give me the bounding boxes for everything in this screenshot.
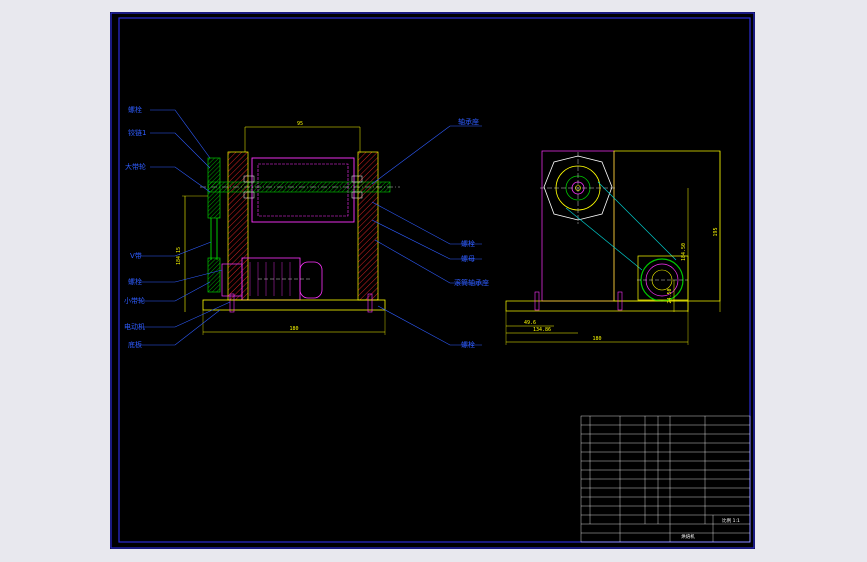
dim-side-offset-b: 134.86 <box>533 327 551 333</box>
big-pulley <box>207 157 221 219</box>
label-right-1: 螺栓 <box>461 239 475 248</box>
label-left-6: 电动机 <box>124 322 145 331</box>
drawing-sheet: 95 184.15 180 螺栓 铰链1 大带轮 V带 螺栓 小带轮 电动机 底… <box>110 12 755 549</box>
dim-base-length: 180 <box>289 326 298 332</box>
title-scale: 比例 1:1 <box>722 517 740 524</box>
label-right-2: 螺母 <box>461 254 475 263</box>
label-right-4: 螺栓 <box>461 340 475 349</box>
label-right-0: 轴承座 <box>458 117 479 126</box>
side-view: 195 184.50 24.50 49.6 134.86 180 <box>505 150 721 345</box>
label-left-4: 螺栓 <box>128 277 142 286</box>
dim-height: 184.15 <box>176 247 182 265</box>
base-plate <box>202 299 386 311</box>
left-support <box>227 151 249 301</box>
front-view: 95 184.15 180 螺栓 铰链1 大带轮 V带 螺栓 小带轮 电动机 底… <box>124 105 489 349</box>
dim-side-offset-a: 49.6 <box>524 320 536 326</box>
label-left-1: 铰链1 <box>128 128 146 137</box>
label-left-7: 底板 <box>128 340 142 349</box>
label-left-5: 小带轮 <box>124 296 145 305</box>
label-left-2: 大带轮 <box>125 162 146 171</box>
label-left-3: V带 <box>130 252 142 260</box>
outer-frame <box>110 12 755 549</box>
dim-side-height-right: 184.50 <box>681 243 687 261</box>
right-support <box>357 151 379 301</box>
label-left-0: 螺栓 <box>128 105 142 114</box>
dim-side-height-total: 195 <box>713 227 719 236</box>
dim-top-width: 95 <box>297 121 303 127</box>
cad-drawing: 95 184.15 180 螺栓 铰链1 大带轮 V带 螺栓 小带轮 电动机 底… <box>110 12 755 549</box>
dim-side-base: 180 <box>592 336 601 342</box>
small-pulley <box>207 257 221 293</box>
title-drawing-name: 烘焙机 <box>681 533 695 540</box>
dim-side-small-height: 24.50 <box>667 288 673 303</box>
label-right-3: 滚筒轴承座 <box>454 278 489 287</box>
